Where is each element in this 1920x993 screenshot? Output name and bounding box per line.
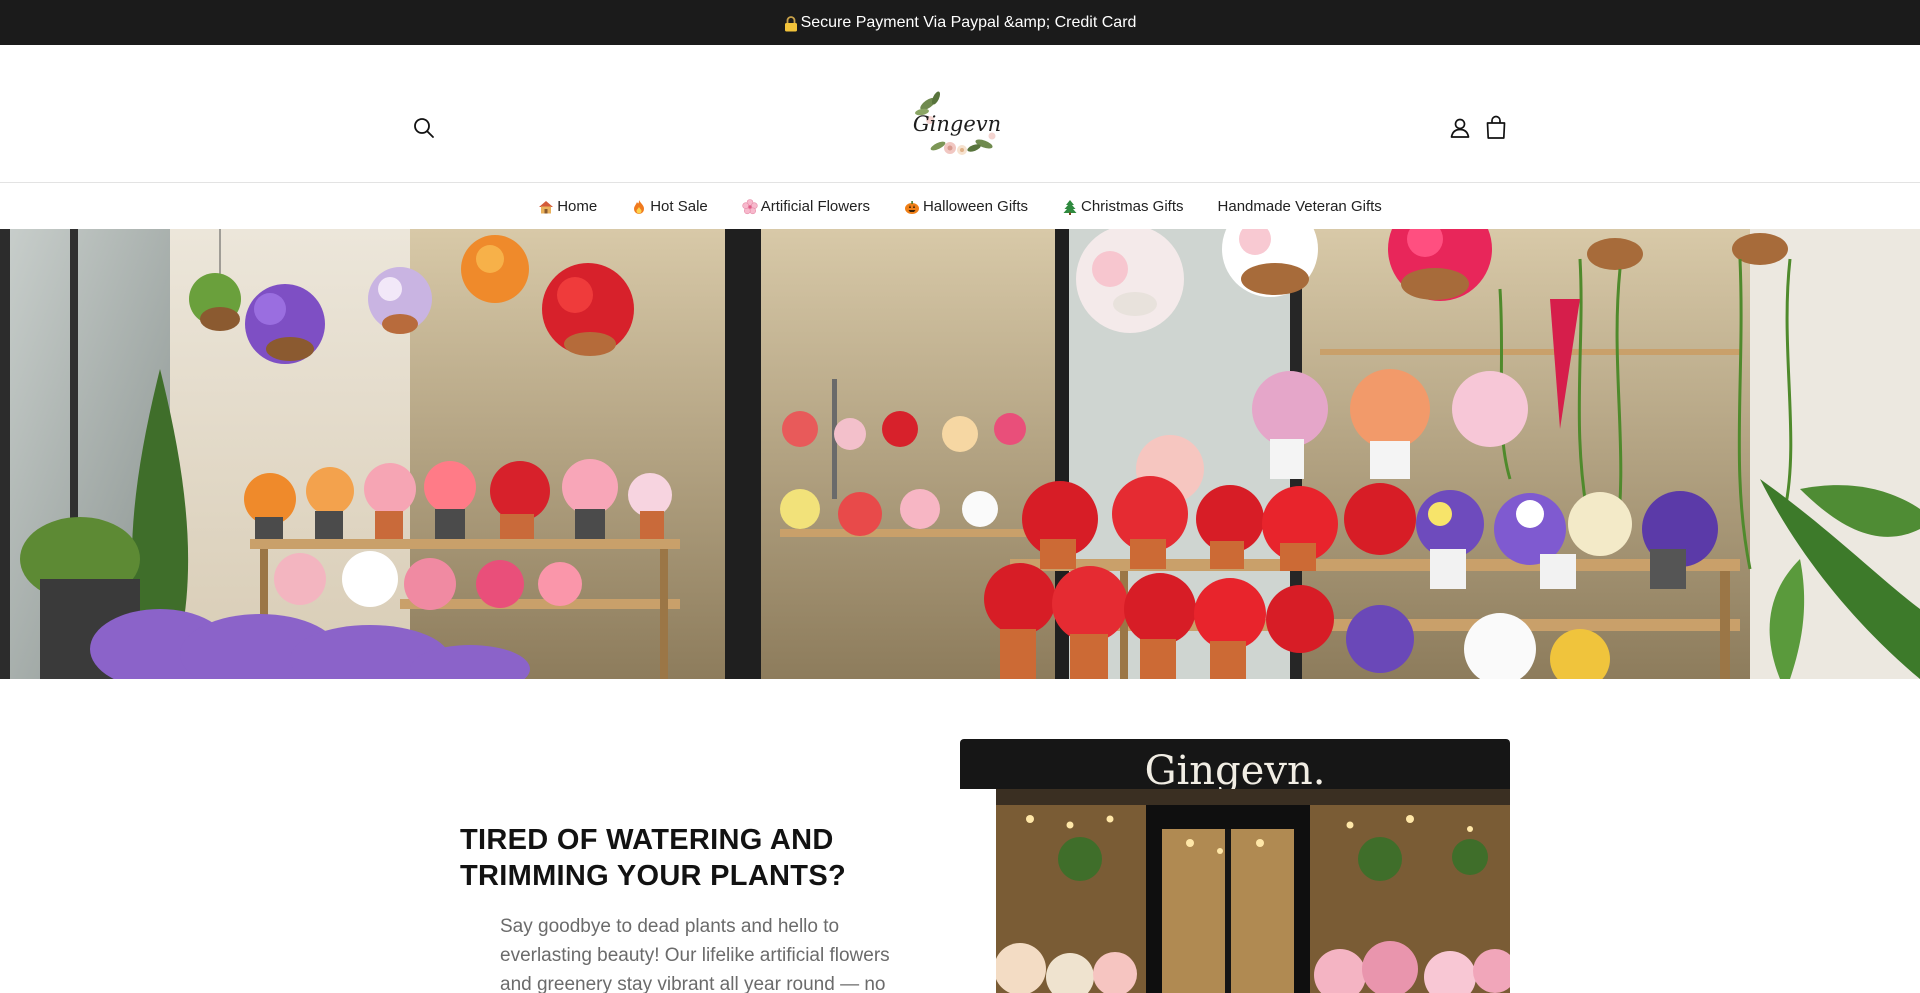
lock-icon <box>784 15 798 32</box>
fire-icon <box>631 199 647 215</box>
nav-item-handmade-veteran-gifts[interactable]: Handmade Veteran Gifts <box>1218 198 1382 215</box>
nav-label: Halloween Gifts <box>922 198 1028 215</box>
christmas-tree-icon <box>1062 199 1078 215</box>
nav-item-halloween-gifts[interactable]: Halloween Gifts <box>904 198 1028 215</box>
account-icon[interactable] <box>1448 116 1472 140</box>
heading-line-2: TRIMMING YOUR PLANTS? <box>460 860 846 892</box>
nav-item-artificial-flowers[interactable]: Artificial Flowers <box>742 198 870 215</box>
nav-label: Handmade Veteran Gifts <box>1217 198 1382 215</box>
heading-line-1: TIRED OF WATERING AND <box>460 824 834 856</box>
section-description: Say goodbye to dead plants and hello to … <box>500 916 890 993</box>
pumpkin-icon <box>904 199 920 215</box>
shopping-bag-icon[interactable] <box>1484 115 1508 141</box>
logo-text: Gingevn <box>913 112 1001 136</box>
nav-item-hot-sale[interactable]: Hot Sale <box>631 198 708 215</box>
section-heading: TIRED OF WATERING AND TRIMMING YOUR PLAN… <box>460 822 920 894</box>
nav-label: Home <box>557 198 598 215</box>
nav-item-home[interactable]: Home <box>538 198 597 215</box>
search-icon[interactable] <box>412 116 436 140</box>
nav-label: Artificial Flowers <box>760 198 870 215</box>
logo[interactable]: Gingevn <box>910 90 1004 160</box>
storefront-image: Gingevn. <box>960 739 1517 993</box>
site-header: Gingevn <box>0 45 1920 183</box>
nav-item-christmas-gifts[interactable]: Christmas Gifts <box>1062 198 1184 215</box>
cherry-blossom-icon <box>742 198 758 215</box>
announcement-text: Secure Payment Via Paypal &amp; Credit C… <box>800 13 1137 31</box>
nav-label: Hot Sale <box>650 198 708 215</box>
main-nav: Home Hot Sale Artificial Flowers Hallowe… <box>0 184 1920 229</box>
announcement-bar: Secure Payment Via Paypal &amp; Credit C… <box>0 0 1920 45</box>
house-icon <box>538 199 554 215</box>
store-sign-text: Gingevn. <box>1145 748 1326 794</box>
hero-banner-image <box>0 229 1920 679</box>
nav-label: Christmas Gifts <box>1081 198 1184 215</box>
